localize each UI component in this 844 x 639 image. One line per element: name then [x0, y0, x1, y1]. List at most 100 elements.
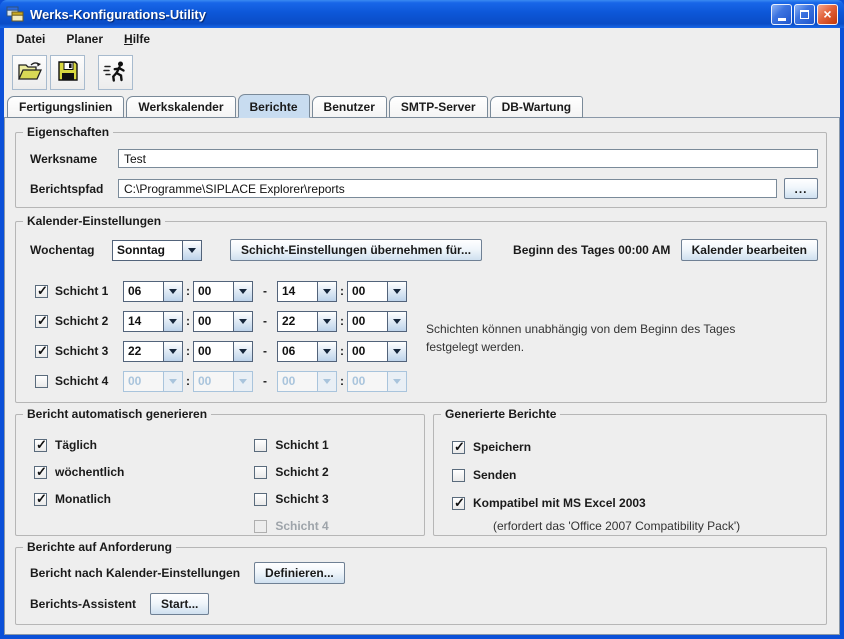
schicht-uebernehmen-button[interactable]: Schicht-Einstellungen übernehmen für...: [230, 239, 482, 261]
group-auto-title: Bericht automatisch generieren: [23, 407, 211, 421]
tab-berichte[interactable]: Berichte: [238, 94, 310, 118]
browse-button[interactable]: ...: [784, 178, 818, 199]
tabbar: Fertigungslinien Werkskalender Berichte …: [7, 95, 840, 118]
schicht-3-checkbox[interactable]: [35, 345, 48, 358]
start-hour-value: 22: [124, 342, 163, 361]
end-minute-combo[interactable]: 00: [347, 341, 407, 362]
start-minute-value: 00: [194, 312, 233, 331]
berichtspfad-input[interactable]: [118, 179, 777, 198]
kalender-bearbeiten-button[interactable]: Kalender bearbeiten: [681, 239, 818, 261]
checkbox-row-excel-kompatibel: Kompatibel mit MS Excel 2003: [452, 495, 826, 511]
start-hour-combo[interactable]: 06: [123, 281, 183, 302]
end-minute-combo[interactable]: 00: [347, 281, 407, 302]
dash-separator: -: [263, 284, 267, 298]
werksname-input[interactable]: [118, 149, 818, 168]
wochentag-dropdown-button[interactable]: [182, 241, 201, 260]
start-minute-combo[interactable]: 00: [193, 311, 253, 332]
monatlich-label: Monatlich: [55, 492, 111, 506]
definieren-button[interactable]: Definieren...: [254, 562, 345, 584]
checkbox-row-woechentlich: wöchentlich: [34, 464, 124, 480]
dropdown-button[interactable]: [317, 342, 336, 361]
beginn-des-tages-text: Beginn des Tages 00:00 AM: [513, 243, 670, 257]
werksname-label: Werksname: [30, 152, 118, 166]
tab-smtp-server[interactable]: SMTP-Server: [389, 96, 488, 118]
end-minute-combo[interactable]: 00: [347, 311, 407, 332]
end-hour-value: 14: [278, 282, 317, 301]
save-button[interactable]: [50, 55, 85, 90]
excel-kompatibel-checkbox[interactable]: [452, 497, 465, 510]
start-hour-combo[interactable]: 22: [123, 341, 183, 362]
dropdown-button[interactable]: [387, 282, 406, 301]
dropdown-button[interactable]: [233, 312, 252, 331]
taeglich-checkbox[interactable]: [34, 439, 47, 452]
dropdown-button[interactable]: [387, 342, 406, 361]
bericht-nach-kalender-row: Bericht nach Kalender-Einstellungen Defi…: [30, 562, 826, 584]
end-minute-value: 00: [348, 312, 387, 331]
generierte-items: Speichern Senden Kompatibel mit MS Excel…: [452, 439, 826, 533]
colon-separator: :: [340, 314, 344, 328]
dropdown-button[interactable]: [163, 312, 182, 331]
dropdown-button[interactable]: [317, 312, 336, 331]
chevron-down-icon: [239, 289, 247, 294]
open-folder-icon: [17, 60, 43, 85]
end-hour-combo[interactable]: 14: [277, 281, 337, 302]
chevron-down-icon: [323, 319, 331, 324]
start-button[interactable]: Start...: [150, 593, 209, 615]
senden-label: Senden: [473, 468, 516, 482]
menu-item-planer[interactable]: Planer: [66, 32, 103, 46]
tab-benutzer[interactable]: Benutzer: [312, 96, 387, 118]
end-minute-combo: 00: [347, 371, 407, 392]
dropdown-button[interactable]: [163, 282, 182, 301]
end-hour-combo[interactable]: 22: [277, 311, 337, 332]
chevron-down-icon: [239, 379, 247, 384]
start-minute-combo[interactable]: 00: [193, 281, 253, 302]
auto-schicht-1-checkbox[interactable]: [254, 439, 267, 452]
group-kalender-einstellungen: Kalender-Einstellungen Wochentag Sonntag…: [15, 221, 827, 403]
start-minute-combo[interactable]: 00: [193, 341, 253, 362]
end-hour-combo[interactable]: 06: [277, 341, 337, 362]
checkbox-row-schicht-4: Schicht 4: [254, 518, 328, 534]
schicht-4-checkbox[interactable]: [35, 375, 48, 388]
checkbox-row-monatlich: Monatlich: [34, 491, 124, 507]
taeglich-label: Täglich: [55, 438, 97, 452]
end-hour-value: 22: [278, 312, 317, 331]
wochentag-combo[interactable]: Sonntag: [112, 240, 202, 261]
tab-werkskalender[interactable]: Werkskalender: [126, 96, 235, 118]
run-button[interactable]: [98, 55, 133, 90]
schicht-2-checkbox[interactable]: [35, 315, 48, 328]
auto-schicht-4-checkbox: [254, 520, 267, 533]
senden-checkbox[interactable]: [452, 469, 465, 482]
dropdown-button[interactable]: [317, 282, 336, 301]
open-button[interactable]: [12, 55, 47, 90]
dropdown-button[interactable]: [233, 342, 252, 361]
chevron-down-icon: [393, 289, 401, 294]
dropdown-button[interactable]: [233, 282, 252, 301]
monatlich-checkbox[interactable]: [34, 493, 47, 506]
auto-schicht-2-checkbox[interactable]: [254, 466, 267, 479]
chevron-down-icon: [169, 349, 177, 354]
schichten-hint-text: Schichten können unabhängig von dem Begi…: [426, 320, 776, 356]
hint-line-2: festgelegt werden.: [426, 340, 524, 354]
dropdown-button[interactable]: [163, 342, 182, 361]
minimize-button[interactable]: [771, 4, 792, 25]
maximize-button[interactable]: [794, 4, 815, 25]
menu-item-datei[interactable]: Datei: [16, 32, 45, 46]
berichts-assistent-label: Berichts-Assistent: [30, 597, 136, 611]
group-kalender-title: Kalender-Einstellungen: [23, 214, 165, 228]
schicht-2-times: 14 : 00 - 22 : 00: [123, 311, 407, 332]
dropdown-button[interactable]: [387, 312, 406, 331]
schicht-1-checkbox[interactable]: [35, 285, 48, 298]
auto-schicht-3-checkbox[interactable]: [254, 493, 267, 506]
speichern-checkbox[interactable]: [452, 441, 465, 454]
start-hour-combo[interactable]: 14: [123, 311, 183, 332]
close-button[interactable]: ×: [817, 4, 838, 25]
auto-col-1: Täglich wöchentlich Monatlich: [34, 437, 124, 545]
tab-db-wartung[interactable]: DB-Wartung: [490, 96, 584, 118]
tab-fertigungslinien[interactable]: Fertigungslinien: [7, 96, 124, 118]
menu-item-hilfe[interactable]: Hilfe: [124, 32, 150, 46]
end-hour-value: 06: [278, 342, 317, 361]
woechentlich-checkbox[interactable]: [34, 466, 47, 479]
chevron-down-icon: [323, 289, 331, 294]
colon-separator: :: [340, 344, 344, 358]
chevron-down-icon: [393, 349, 401, 354]
